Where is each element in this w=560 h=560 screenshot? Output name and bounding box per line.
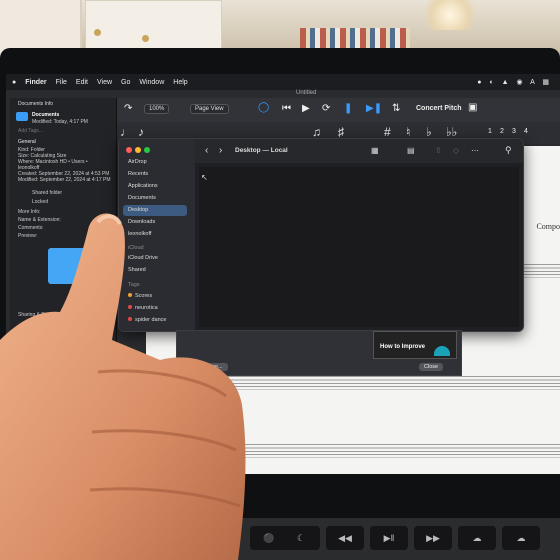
thumbnail-label: How to Improve <box>380 344 426 350</box>
finder-path-title: Desktop — Local <box>235 147 288 154</box>
tuplet-2[interactable]: 2 <box>500 128 504 135</box>
sidebar-item-applications[interactable]: Applications <box>128 183 158 189</box>
sidebar-item-recents[interactable]: Recents <box>128 171 148 177</box>
thumbnail-graphic <box>434 346 450 356</box>
playback-cursor-icon[interactable]: ❚ <box>344 103 352 114</box>
document-title: Untitled <box>296 90 317 96</box>
moon-key[interactable]: ☾ <box>282 526 320 550</box>
back-chevron-icon[interactable]: ‹ <box>205 145 208 156</box>
shared-folder-checkbox[interactable]: Shared folder <box>32 190 62 196</box>
sidebar-item-airdrop[interactable]: AirDrop <box>128 159 147 165</box>
menu-go[interactable]: Go <box>121 79 130 86</box>
menu-view[interactable]: View <box>97 79 112 86</box>
search-icon[interactable]: ⚲ <box>505 145 512 156</box>
volume-key[interactable]: ☁ <box>502 526 540 550</box>
info-where: Where: Macintosh HD • Users • leonolkoff <box>18 159 88 171</box>
menu-edit[interactable]: Edit <box>76 79 88 86</box>
tuplet-3[interactable]: 3 <box>512 128 516 135</box>
rewind-key[interactable]: ◀◀ <box>326 526 364 550</box>
score-toolbar: ↷ 100% Page View ◯ ⏮ ▶ ⟳ ❚ ▶❚ ⇅ Concert … <box>116 98 560 123</box>
mute-key[interactable]: ☁ <box>458 526 496 550</box>
composer-text: Compo <box>536 222 560 231</box>
pan-icon[interactable]: ▶❚ <box>366 103 382 114</box>
tuplet-4[interactable]: 4 <box>524 128 528 135</box>
fast-forward-key[interactable]: ▶▶ <box>414 526 452 550</box>
note-duration-icon[interactable]: ♩ <box>120 125 132 139</box>
sharp-icon[interactable]: # <box>384 125 391 139</box>
finder-header-bar: ‹ › Desktop — Local ▦ ▤ ⇧ ◇ ⋯ ⚲ <box>195 139 523 163</box>
rewind-icon[interactable]: ⏮ <box>282 103 291 114</box>
zoom-window-icon[interactable] <box>144 147 150 153</box>
menu-window[interactable]: Window <box>139 79 164 86</box>
menu-help[interactable]: Help <box>173 79 187 86</box>
info-name: Documents <box>32 112 60 118</box>
tuplet-1[interactable]: 1 <box>488 128 492 135</box>
mouse-cursor-icon: ↖ <box>201 173 208 182</box>
natural-icon[interactable]: ♮ <box>406 125 410 139</box>
info-title: Documents Info <box>18 101 54 107</box>
note-duration-icon[interactable]: ♪ <box>138 125 144 139</box>
forward-chevron-icon[interactable]: › <box>219 145 222 156</box>
flat-icon[interactable]: ♭ <box>426 125 432 139</box>
play-pause-key[interactable]: ▶‖ <box>370 526 408 550</box>
metronome-icon[interactable]: ◯ <box>258 102 269 113</box>
view-mode-select[interactable]: Page View <box>190 104 229 114</box>
zoom-select[interactable]: 100% <box>144 104 170 114</box>
minimize-window-icon[interactable] <box>135 147 141 153</box>
thumbs-up-hand <box>0 213 246 560</box>
share-icon[interactable]: ⇧ <box>435 146 442 155</box>
general-section[interactable]: General <box>18 139 36 145</box>
close-button[interactable]: Close <box>419 363 444 371</box>
rest-icon[interactable]: ♯ <box>338 125 344 139</box>
play-icon[interactable]: ▶ <box>302 103 310 114</box>
close-window-icon[interactable] <box>126 147 132 153</box>
menu-finder[interactable]: Finder <box>25 79 46 86</box>
mixer-icon[interactable]: ⇅ <box>392 103 400 114</box>
tag-icon[interactable]: ◇ <box>453 146 459 155</box>
loop-icon[interactable]: ⟳ <box>322 103 330 114</box>
group-icon[interactable]: ▤ <box>407 146 415 155</box>
macos-menubar: ● Finder File Edit View Go Window Help ●… <box>6 74 560 90</box>
cabinet-knob <box>94 29 101 36</box>
info-modified: Modified: Today, 4:17 PM <box>32 119 88 125</box>
add-tags-field[interactable]: Add Tags... <box>18 128 43 134</box>
folder-icon <box>16 112 28 121</box>
menu-file[interactable]: File <box>56 79 67 86</box>
video-thumbnail[interactable]: How to Improve <box>373 331 457 359</box>
redo-icon[interactable]: ↷ <box>124 103 132 114</box>
apple-icon[interactable]: ● <box>12 79 16 86</box>
ceiling-lamp <box>420 0 480 30</box>
grid-view-icon[interactable]: ▦ <box>371 146 379 155</box>
note-duration-icon[interactable]: ♫ <box>312 125 321 139</box>
concert-pitch-toggle[interactable]: Concert Pitch <box>416 105 462 112</box>
more-actions-icon[interactable]: ⋯ <box>471 146 479 155</box>
cabinet-knob <box>142 35 149 42</box>
double-flat-icon[interactable]: ♭♭ <box>446 125 457 139</box>
status-icons[interactable]: ● ◐ ▲ ◉ A ▦ <box>477 78 552 86</box>
info-modified-full: Modified: September 22, 2024 at 4:17 PM <box>18 177 111 183</box>
image-capture-icon[interactable]: ▣ <box>468 102 477 113</box>
